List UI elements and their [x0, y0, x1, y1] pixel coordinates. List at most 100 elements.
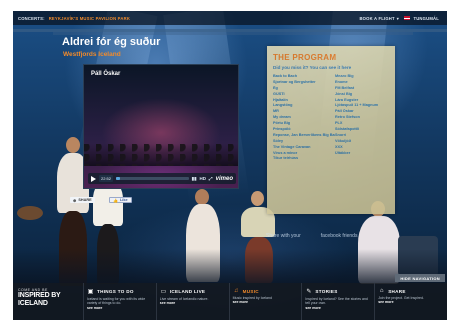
nav-item-share[interactable]: ⌂ SHARE Join the project. Get Inspired. s…	[374, 283, 447, 320]
chevron-down-icon: ▾	[396, 15, 399, 21]
program-song-link	[335, 156, 391, 161]
music-icon: ♫	[233, 288, 239, 294]
program-song-link[interactable]: Tíkur teirhúss	[273, 156, 335, 161]
stage-floor	[13, 249, 447, 283]
program-panel: THE PROGRAM Did you miss it? You can see…	[267, 46, 395, 214]
nav-item-iceland-live[interactable]: ▭ ICELAND LIVE Live stream of Icelandic n…	[155, 283, 229, 320]
book-flight-link[interactable]: BOOK A FLIGHT ▾	[359, 16, 399, 21]
nav-item-things-to-do[interactable]: ▣ THINGS TO DO Iceland is waiting for you…	[83, 283, 156, 320]
thumbs-up-icon: 👍	[113, 197, 118, 203]
performer-head	[195, 189, 209, 205]
video-frame	[84, 65, 238, 188]
like-button[interactable]: 👍 Like	[109, 197, 132, 203]
program-song-link[interactable]: The Vintage Caravan	[273, 145, 335, 150]
like-label: Like	[119, 198, 128, 202]
brand-logo[interactable]: COME AND BE INSPIRED BY ICELAND	[13, 283, 83, 320]
program-song-link[interactable]: PLX	[335, 121, 391, 126]
top-bar: CONCERTS: REYKJAVÍK'S MUSIC PAVILION PAR…	[13, 11, 447, 25]
stage-overlay-text: Share with your facebook friends	[266, 233, 357, 239]
program-song-link[interactable]: Langstöng	[273, 103, 335, 108]
performer-head	[251, 191, 264, 206]
see-more-link[interactable]: see more	[160, 301, 226, 305]
see-more-link[interactable]: see more	[87, 306, 153, 310]
nav-description: Iceland is waiting for you with its wide…	[87, 297, 146, 306]
brand-name: INSPIRED BY ICELAND	[18, 292, 61, 307]
volume-icon[interactable]: ▮▮	[192, 176, 197, 182]
stage-truss	[53, 32, 413, 35]
program-song-link[interactable]: Hjaltalín	[273, 98, 335, 103]
page: CONCERTS: REYKJAVÍK'S MUSIC PAVILION PAR…	[13, 11, 447, 320]
program-song-link[interactable]: Enome	[335, 80, 391, 85]
vimeo-logo[interactable]: vimeo	[216, 176, 233, 182]
concerts-label: CONCERTS:	[18, 15, 45, 21]
nav-label: STORIES	[315, 289, 338, 294]
program-song-link[interactable]: Back to Bach	[273, 74, 335, 79]
nav-description: Inspired by Iceland? See the stories and…	[305, 297, 368, 306]
brand-tagline: COME AND BE	[18, 288, 48, 292]
program-song-link[interactable]: Vökuljóð	[335, 139, 391, 144]
program-tagline: Did you miss it? You can see it here	[273, 65, 352, 70]
program-song-link[interactable]: Ljótaspuð 11 + Magnum	[335, 103, 391, 108]
hide-navigation-button[interactable]: HIDE NAVIGATION	[395, 274, 445, 282]
drum	[17, 206, 43, 220]
video-player[interactable]: Páll Óskar 22:52 ▮▮ HD ⤢ vimeo	[83, 64, 239, 189]
program-song-link[interactable]: XXX	[335, 145, 391, 150]
hd-button[interactable]: HD	[200, 176, 207, 181]
video-progress-fill	[116, 177, 120, 180]
stage-text-right: facebook friends	[320, 233, 358, 239]
nav-label: ICELAND LIVE	[169, 289, 206, 294]
video-progress-bar[interactable]	[116, 177, 189, 180]
song-title: Aldrei fór ég suður	[62, 36, 161, 48]
program-song-link[interactable]: Ég	[273, 86, 335, 91]
language-selector[interactable]: TUNGUMÁL	[404, 16, 439, 21]
program-song-link[interactable]: MR	[273, 109, 335, 114]
stage-text-left: Share with your	[266, 233, 301, 239]
nav-item-music[interactable]: ♫ MUSIC Music inspired by Iceland see mor…	[228, 283, 302, 320]
program-song-link[interactable]: GÚSTI	[273, 92, 335, 97]
house-icon: ⌂	[379, 288, 384, 294]
program-song-link[interactable]: Snorri	[335, 133, 391, 138]
program-title: THE PROGRAM	[273, 53, 337, 62]
video-title[interactable]: Páll Óskar	[91, 71, 120, 77]
song-subtitle: Westfjords Iceland	[63, 51, 121, 58]
program-song-link[interactable]: Sólstafapottli	[335, 127, 391, 132]
see-more-link[interactable]: see more	[378, 300, 444, 304]
program-song-link[interactable]: Reponse, Jan Berverlikens Big Band	[273, 133, 335, 138]
video-controls: 22:52 ▮▮ HD ⤢ vimeo	[88, 173, 236, 184]
nav-label: THINGS TO DO	[97, 289, 134, 294]
concerts-venue-link[interactable]: REYKJAVÍK'S MUSIC PAVILION PARK	[49, 16, 130, 21]
nav-item-stories[interactable]: ✎ STORIES Inspired by Iceland? See the st…	[301, 283, 374, 320]
tv-icon: ▭	[160, 289, 167, 295]
language-label: TUNGUMÁL	[413, 15, 439, 21]
nav-label: SHARE	[388, 288, 406, 294]
see-more-link[interactable]: see more	[233, 300, 299, 304]
camera-icon: ▣	[87, 289, 94, 295]
program-song-link[interactable]: Pörtu Big	[273, 121, 335, 126]
program-song-link[interactable]: Ùltákber	[335, 151, 391, 156]
program-song-link[interactable]: Lára Eugster	[335, 98, 391, 103]
program-song-link[interactable]: Mezzo Big	[335, 74, 391, 79]
program-song-link[interactable]: Jónsi Big	[335, 92, 391, 97]
share-icon: ⊕	[73, 197, 77, 203]
see-more-link[interactable]: see more	[305, 306, 371, 310]
program-song-link[interactable]: Virus a minor	[273, 151, 335, 156]
program-song-link[interactable]: My dream	[273, 115, 335, 120]
share-label: SHARE	[78, 198, 92, 202]
performer-head	[66, 137, 80, 153]
bottom-navigation: COME AND BE INSPIRED BY ICELAND ▣ THINGS …	[13, 283, 447, 320]
program-song-list: Back to Bach Mezzo Big Sjortnar og Bergshe…	[273, 74, 391, 161]
program-song-link[interactable]: Sóley	[273, 139, 335, 144]
share-button[interactable]: ⊕ SHARE	[70, 197, 95, 203]
fullscreen-icon[interactable]: ⤢	[209, 176, 213, 181]
program-song-link[interactable]: Páll Óskar	[335, 109, 391, 114]
video-crowd	[84, 144, 238, 166]
play-icon[interactable]	[91, 175, 96, 182]
nav-label: MUSIC	[242, 288, 259, 294]
program-song-link[interactable]: FM Belfast	[335, 86, 391, 91]
flag-icon	[404, 16, 411, 20]
program-song-link[interactable]: Sjortnar og Bergshetter	[273, 80, 335, 85]
video-time: 22:52	[99, 175, 114, 182]
program-song-link[interactable]: Prinspóló	[273, 127, 335, 132]
program-song-link[interactable]: Retro Stefson	[335, 115, 391, 120]
pencil-icon: ✎	[306, 289, 312, 295]
